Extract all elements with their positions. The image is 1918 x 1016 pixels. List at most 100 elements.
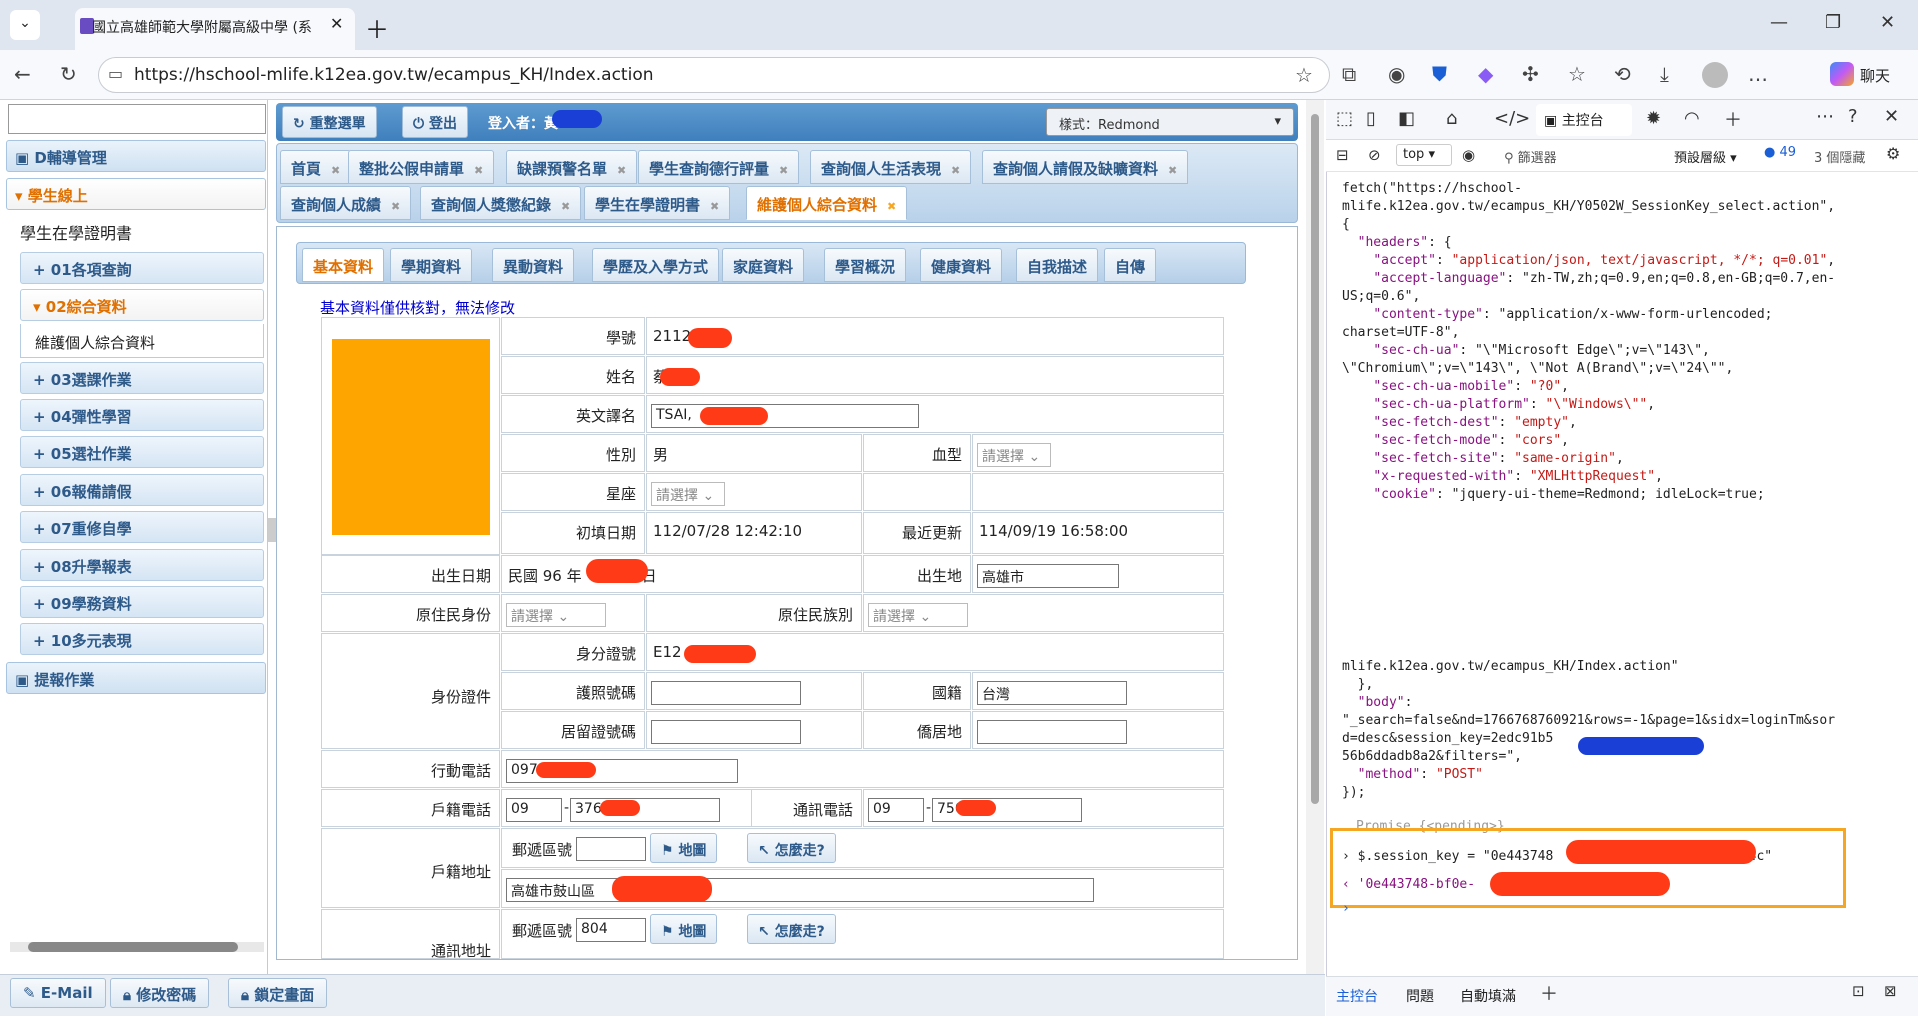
eye-icon[interactable]: ◉	[1462, 146, 1475, 164]
url-text[interactable]: https://hschool-mlife.k12ea.gov.tw/ecamp…	[134, 65, 654, 85]
sidebar-toggle-icon[interactable]: ◧	[1398, 108, 1415, 129]
close-drawer-icon[interactable]: ⊠	[1884, 982, 1897, 1000]
minimize-icon[interactable]: —	[1770, 12, 1788, 33]
function-tab[interactable]: 首頁 ✖	[280, 150, 352, 184]
close-tab-icon[interactable]: ✖	[331, 164, 340, 177]
tab-list-button[interactable]: ⌄	[10, 10, 40, 40]
dock-icon[interactable]: ⊡	[1852, 982, 1865, 1000]
avatar[interactable]	[1702, 62, 1728, 88]
sidebar-item-03[interactable]: + 03選課作業	[20, 362, 264, 394]
contact-zip-input[interactable]: 804	[576, 918, 646, 942]
function-tab[interactable]: 查詢個人請假及缺曠資料 ✖	[982, 150, 1189, 184]
add-drawer-tab-icon[interactable]: ＋	[1540, 980, 1558, 1006]
favorite-star-icon[interactable]: ☆	[1295, 63, 1313, 87]
sidebar-icon[interactable]: ⊟	[1336, 146, 1349, 164]
sub-tab[interactable]: 學期資料	[390, 248, 473, 282]
current-page-link[interactable]: 學生在學證明書	[20, 220, 132, 244]
change-password-button[interactable]: 🔒︎ 修改密碼	[110, 978, 210, 1008]
sidebar-item-06[interactable]: + 06報備請假	[20, 474, 264, 506]
close-tab-icon[interactable]: ✖	[779, 164, 788, 177]
copilot-icon[interactable]: ◆	[1478, 62, 1493, 86]
network-icon[interactable]: ◠	[1684, 108, 1700, 129]
sidebar-section-d[interactable]: ▣ D輔導管理	[6, 140, 266, 172]
history-icon[interactable]: ⟲	[1614, 62, 1631, 86]
sub-tab[interactable]: 異動資料	[492, 248, 575, 282]
close-tab-icon[interactable]: ✖	[474, 164, 483, 177]
function-tab[interactable]: 整批公假申請單 ✖	[348, 150, 495, 184]
birthplace-input[interactable]: 高雄市	[977, 564, 1119, 588]
sidebar-item-04[interactable]: + 04彈性學習	[20, 399, 264, 431]
new-tab-icon[interactable]: ＋	[365, 10, 389, 45]
sidebar-item-01[interactable]: + 01各項查詢	[20, 252, 264, 284]
favorites-icon[interactable]: ☆	[1568, 62, 1586, 86]
drawer-tab-console[interactable]: 主控台	[1336, 986, 1378, 1006]
blood-select[interactable]: 請選擇 ⌄	[977, 443, 1051, 467]
sidebar-item-09[interactable]: + 09學務資料	[20, 586, 264, 618]
passport-input[interactable]	[651, 681, 801, 705]
sidebar-collapse-handle[interactable]	[268, 518, 276, 542]
sub-tab[interactable]: 自傳	[1104, 248, 1157, 282]
residence-input[interactable]	[651, 720, 801, 744]
sub-tab[interactable]: 學習概況	[824, 248, 907, 282]
puzzle-icon[interactable]: ✣	[1522, 62, 1539, 86]
download-icon[interactable]: ⤓	[1660, 62, 1669, 86]
sidebar-scrollbar[interactable]	[10, 942, 264, 952]
maximize-icon[interactable]: ❐	[1825, 12, 1841, 33]
refresh-icon[interactable]: ↻	[60, 62, 77, 86]
function-tab[interactable]: 缺課預警名單 ✖	[506, 150, 638, 184]
theme-select[interactable]: 樣式：Redmond ▾	[1046, 108, 1294, 136]
close-tab-icon[interactable]: ✖	[1168, 164, 1177, 177]
sidebar-subitem[interactable]: 維護個人綜合資料	[20, 324, 264, 358]
menu-search-input[interactable]	[8, 104, 266, 134]
function-tab[interactable]: 查詢個人成績 ✖	[280, 186, 412, 220]
map-button[interactable]: ⚑ 地圖	[650, 833, 718, 863]
function-tab[interactable]: 學生在學證明書 ✖	[584, 186, 731, 220]
home-addr-input[interactable]: 高雄市鼓山區一	[506, 878, 1094, 902]
site-info-icon[interactable]: ▭	[108, 64, 123, 83]
level-select[interactable]: 預設層級 ▾	[1674, 147, 1737, 166]
close-tab-icon[interactable]: ✖	[710, 200, 719, 213]
function-tab[interactable]: 查詢個人生活表現 ✖	[810, 150, 972, 184]
inspect-icon[interactable]: ⬚	[1336, 108, 1353, 129]
route-button[interactable]: ↖ 怎麼走?	[747, 914, 836, 944]
bug-icon[interactable]: ✹	[1646, 108, 1661, 129]
close-tab-icon[interactable]: ✖	[561, 200, 570, 213]
message-count[interactable]: ● 49	[1764, 145, 1796, 160]
console-prompt[interactable]: ›	[1342, 900, 1350, 918]
settings-icon[interactable]: ⚙	[1886, 144, 1900, 163]
close-tab-icon[interactable]: ✕	[330, 14, 343, 33]
email-button[interactable]: ✎ E-Mail	[10, 978, 106, 1008]
sub-tab[interactable]: 學歷及入學方式	[592, 248, 720, 282]
close-tab-icon[interactable]: ✖	[617, 164, 626, 177]
extension-icon[interactable]: ⧉	[1342, 62, 1356, 86]
close-tab-icon[interactable]: ✖	[887, 200, 896, 213]
more-icon[interactable]: ⋯	[1816, 106, 1834, 127]
lock-screen-button[interactable]: 🔒︎ 鎖定畫面	[228, 978, 328, 1008]
more-icon[interactable]: …	[1748, 62, 1768, 86]
eye-icon[interactable]: ◉	[1388, 62, 1405, 86]
logout-button[interactable]: ⏻ 登出	[402, 106, 468, 138]
function-tab[interactable]: 維護個人綜合資料 ✖	[746, 186, 908, 220]
context-select[interactable]: top ▾	[1396, 144, 1452, 166]
sub-tab[interactable]: 健康資料	[920, 248, 1003, 282]
back-icon[interactable]: ←	[14, 62, 31, 86]
sub-tab[interactable]: 基本資料	[302, 248, 385, 282]
overseas-input[interactable]	[977, 720, 1127, 744]
rearrange-menu-button[interactable]: ↻ 重整選單	[282, 106, 377, 138]
route-button[interactable]: ↖ 怎麼走?	[747, 833, 836, 863]
aboriginal-select[interactable]: 請選擇 ⌄	[506, 603, 606, 627]
sidebar-item-02[interactable]: ▾ 02綜合資料	[20, 289, 264, 321]
contact-phone-input[interactable]: 750	[932, 798, 1082, 822]
sidebar-item-10[interactable]: + 10多元表現	[20, 623, 264, 655]
zodiac-select[interactable]: 請選擇 ⌄	[651, 482, 725, 506]
add-tool-icon[interactable]: ＋	[1724, 106, 1742, 132]
contact-area-input[interactable]: 09	[868, 798, 924, 822]
elements-icon[interactable]: </>	[1494, 108, 1530, 129]
home-area-input[interactable]: 09	[506, 798, 562, 822]
sidebar-item-08[interactable]: + 08升學報表	[20, 549, 264, 581]
copilot-chat-icon[interactable]	[1830, 62, 1854, 86]
en-name-input[interactable]: TSAI,	[651, 404, 919, 428]
drawer-tab-issues[interactable]: 問題	[1406, 986, 1434, 1006]
scrollbar-thumb[interactable]	[1311, 114, 1319, 804]
sidebar-item-07[interactable]: + 07重修自學	[20, 511, 264, 543]
